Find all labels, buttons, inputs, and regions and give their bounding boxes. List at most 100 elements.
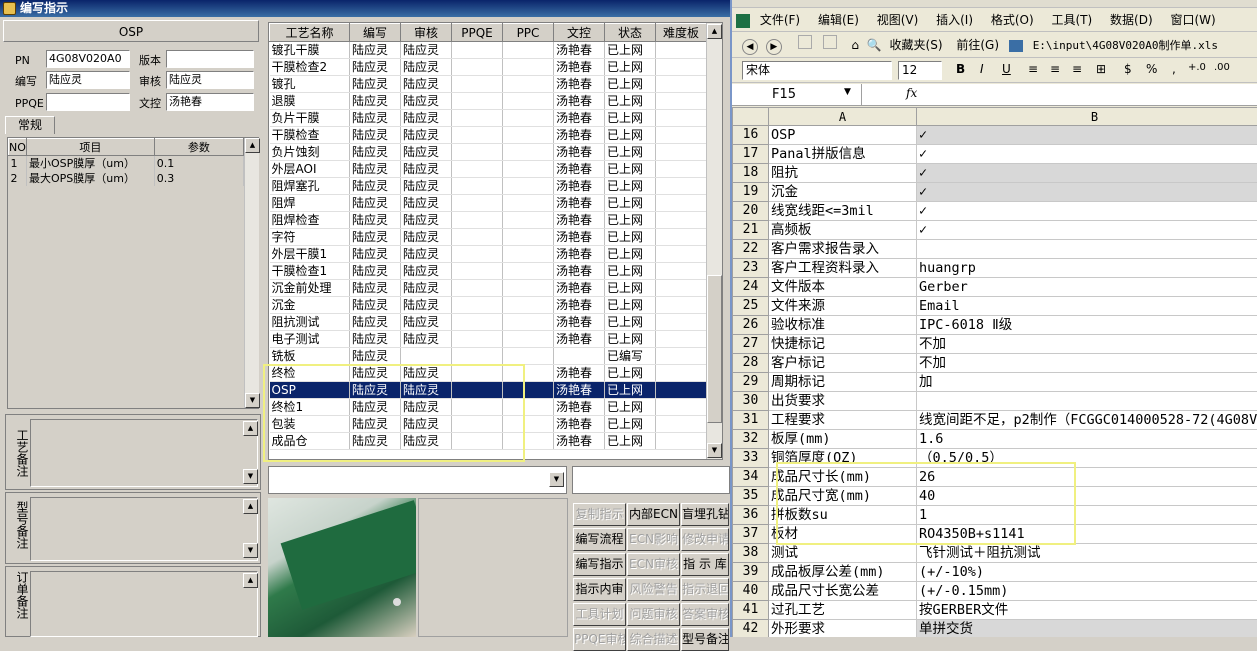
row-header[interactable]: 38 — [733, 544, 769, 563]
grid-cell[interactable] — [503, 416, 554, 433]
table-row[interactable]: 字符陆应灵陆应灵汤艳春已上网 — [270, 229, 707, 246]
comma-icon[interactable]: , — [1172, 62, 1176, 76]
grid-cell[interactable]: 汤艳春 — [554, 314, 605, 331]
grid-cell[interactable]: 陆应灵 — [350, 212, 401, 229]
refresh-icon[interactable] — [823, 35, 837, 49]
grid-cell[interactable]: 已上网 — [605, 76, 656, 93]
grid-cell[interactable]: 已上网 — [605, 59, 656, 76]
grid-cell[interactable]: 陆应灵 — [401, 110, 452, 127]
version-field[interactable] — [166, 50, 254, 68]
grid-cell[interactable]: 干膜检查 — [270, 127, 350, 144]
favorites-menu[interactable]: 收藏夹(S) — [890, 38, 943, 52]
grid-cell[interactable]: 已上网 — [605, 263, 656, 280]
cell-a[interactable]: 成品尺寸长(mm) — [769, 468, 917, 487]
grid-cell[interactable]: 已上网 — [605, 280, 656, 297]
grid-cell[interactable] — [452, 195, 503, 212]
grid-cell[interactable] — [452, 127, 503, 144]
action-button[interactable]: 指 示 库 — [681, 553, 729, 576]
action-button[interactable]: 型号备注 — [681, 628, 729, 651]
grid-cell[interactable]: 陆应灵 — [401, 263, 452, 280]
grid-cell[interactable]: 陆应灵 — [350, 314, 401, 331]
grid-cell[interactable]: 汤艳春 — [554, 246, 605, 263]
grid-cell[interactable] — [452, 382, 503, 399]
grid-cell[interactable] — [452, 263, 503, 280]
table-row[interactable]: 阻抗测试陆应灵陆应灵汤艳春已上网 — [270, 314, 707, 331]
grid-cell[interactable] — [656, 263, 707, 280]
grid-cell[interactable]: 陆应灵 — [350, 127, 401, 144]
cell-b[interactable]: ✓ — [917, 164, 1257, 183]
grid-cell[interactable]: 陆应灵 — [401, 433, 452, 450]
cell-a[interactable]: 客户工程资料录入 — [769, 259, 917, 278]
row-header[interactable]: 18 — [733, 164, 769, 183]
bold-button[interactable]: B — [956, 62, 965, 76]
grid-cell[interactable] — [656, 399, 707, 416]
param-col-item[interactable]: 项目 — [26, 139, 154, 156]
cell-b[interactable]: (+/-0.15mm) — [917, 582, 1257, 601]
grid-cell[interactable]: 已上网 — [605, 178, 656, 195]
grid-cell[interactable] — [452, 42, 503, 59]
grid-cell[interactable]: 退膜 — [270, 93, 350, 110]
col-ppqe[interactable]: PPQE — [452, 24, 503, 42]
grid-cell[interactable] — [503, 399, 554, 416]
writer-field[interactable]: 陆应灵 — [46, 71, 130, 89]
cell-a[interactable]: 铜箔厚度(OZ) — [769, 449, 917, 468]
cell-b[interactable]: 加 — [917, 373, 1257, 392]
row-header[interactable]: 31 — [733, 411, 769, 430]
grid-cell[interactable]: 已上网 — [605, 416, 656, 433]
grid-cell[interactable] — [503, 212, 554, 229]
grid-cell[interactable] — [452, 76, 503, 93]
grid-cell[interactable]: 已上网 — [605, 144, 656, 161]
grid-cell[interactable] — [452, 348, 503, 365]
table-row[interactable]: 1 最小OSP膜厚（um） 0.1 — [9, 156, 244, 172]
grid-cell[interactable] — [656, 229, 707, 246]
row-header[interactable]: 16 — [733, 126, 769, 145]
grid-cell[interactable]: 已上网 — [605, 433, 656, 450]
grid-cell[interactable]: 陆应灵 — [350, 297, 401, 314]
grid-cell[interactable] — [503, 110, 554, 127]
chevron-down-icon[interactable]: ▼ — [844, 87, 851, 97]
grid-cell[interactable] — [503, 127, 554, 144]
grid-cell[interactable]: 陆应灵 — [401, 229, 452, 246]
grid-cell[interactable]: 已上网 — [605, 246, 656, 263]
table-row[interactable]: 外层AOI陆应灵陆应灵汤艳春已上网 — [270, 161, 707, 178]
underline-button[interactable]: U — [1002, 62, 1011, 76]
cell-b[interactable]: 1 — [917, 506, 1257, 525]
grid-cell[interactable] — [452, 314, 503, 331]
table-row[interactable]: 2 最大OPS膜厚（um） 0.3 — [9, 171, 244, 186]
grid-cell[interactable]: 陆应灵 — [350, 416, 401, 433]
action-button[interactable]: 问题审核 — [627, 603, 680, 626]
home-icon[interactable]: ⌂ — [851, 33, 859, 57]
fx-icon[interactable]: fx — [906, 86, 917, 100]
grid-cell[interactable]: 陆应灵 — [350, 263, 401, 280]
grid-cell[interactable] — [656, 127, 707, 144]
search-icon[interactable]: 🔍 — [867, 33, 882, 57]
row-header[interactable]: 19 — [733, 183, 769, 202]
grid-cell[interactable]: 已上网 — [605, 212, 656, 229]
cell-a[interactable]: 高频板 — [769, 221, 917, 240]
action-button[interactable]: 复制指示 — [573, 503, 626, 526]
grid-cell[interactable]: 陆应灵 — [350, 42, 401, 59]
grid-cell[interactable] — [656, 246, 707, 263]
table-row[interactable]: 终检1陆应灵陆应灵汤艳春已上网 — [270, 399, 707, 416]
grid-cell[interactable] — [656, 76, 707, 93]
tab-general[interactable]: 常规 — [5, 116, 55, 134]
grid-cell[interactable]: 已上网 — [605, 382, 656, 399]
cell-b[interactable] — [917, 240, 1257, 259]
grid-cell[interactable] — [452, 399, 503, 416]
row-header[interactable]: 35 — [733, 487, 769, 506]
formula-input[interactable] — [920, 84, 1257, 105]
table-row[interactable]: 成品仓陆应灵陆应灵汤艳春已上网 — [270, 433, 707, 450]
cell-b[interactable]: IPC-6018 Ⅱ级 — [917, 316, 1257, 335]
scroll-up-icon[interactable]: ▲ — [243, 421, 258, 436]
row-header[interactable]: 17 — [733, 145, 769, 164]
grid-cell[interactable] — [656, 59, 707, 76]
back-icon[interactable]: ◀ — [742, 39, 758, 55]
cell-b[interactable]: ✓ — [917, 126, 1257, 145]
row-header[interactable]: 28 — [733, 354, 769, 373]
row-header[interactable]: 32 — [733, 430, 769, 449]
table-row[interactable]: 干膜检查1陆应灵陆应灵汤艳春已上网 — [270, 263, 707, 280]
control-field[interactable]: 汤艳春 — [166, 93, 254, 111]
param-col-value[interactable]: 参数 — [154, 139, 243, 156]
row-header[interactable]: 40 — [733, 582, 769, 601]
action-button[interactable]: 修改申请 — [681, 528, 729, 551]
